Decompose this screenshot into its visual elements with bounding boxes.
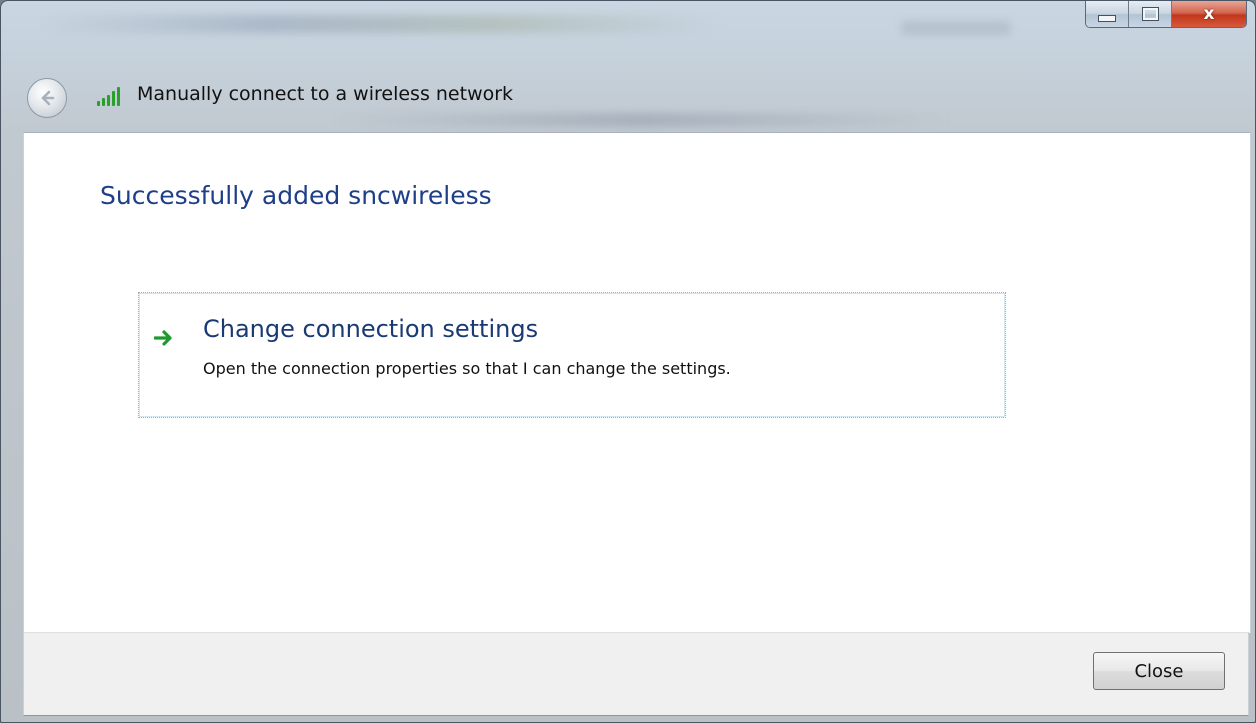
dialog-footer: Close xyxy=(23,632,1249,716)
dialog-window: x Manually connect to a wireless network… xyxy=(0,0,1256,723)
glass-blur xyxy=(331,113,951,127)
command-link-description: Open the connection properties so that I… xyxy=(203,359,731,378)
maximize-icon xyxy=(1141,7,1159,21)
back-arrow-icon xyxy=(41,90,55,106)
minimize-icon xyxy=(1098,14,1116,22)
content-panel: Successfully added sncwireless Change co… xyxy=(23,132,1251,633)
glass-blur xyxy=(901,21,1011,35)
close-window-button[interactable]: x xyxy=(1172,1,1246,27)
minimize-button[interactable] xyxy=(1086,1,1129,27)
window-caption-buttons: x xyxy=(1085,1,1247,28)
page-heading: Successfully added sncwireless xyxy=(100,181,492,210)
command-link-title: Change connection settings xyxy=(203,315,539,343)
green-arrow-icon xyxy=(154,330,172,346)
glass-blur xyxy=(41,15,721,33)
close-button[interactable]: Close xyxy=(1093,652,1225,690)
maximize-button[interactable] xyxy=(1129,1,1172,27)
wifi-signal-icon xyxy=(97,84,125,106)
wizard-title: Manually connect to a wireless network xyxy=(137,83,514,105)
change-connection-settings-link[interactable]: Change connection settings Open the conn… xyxy=(138,292,1006,418)
back-button[interactable] xyxy=(27,78,67,118)
close-icon: x xyxy=(1203,3,1215,24)
